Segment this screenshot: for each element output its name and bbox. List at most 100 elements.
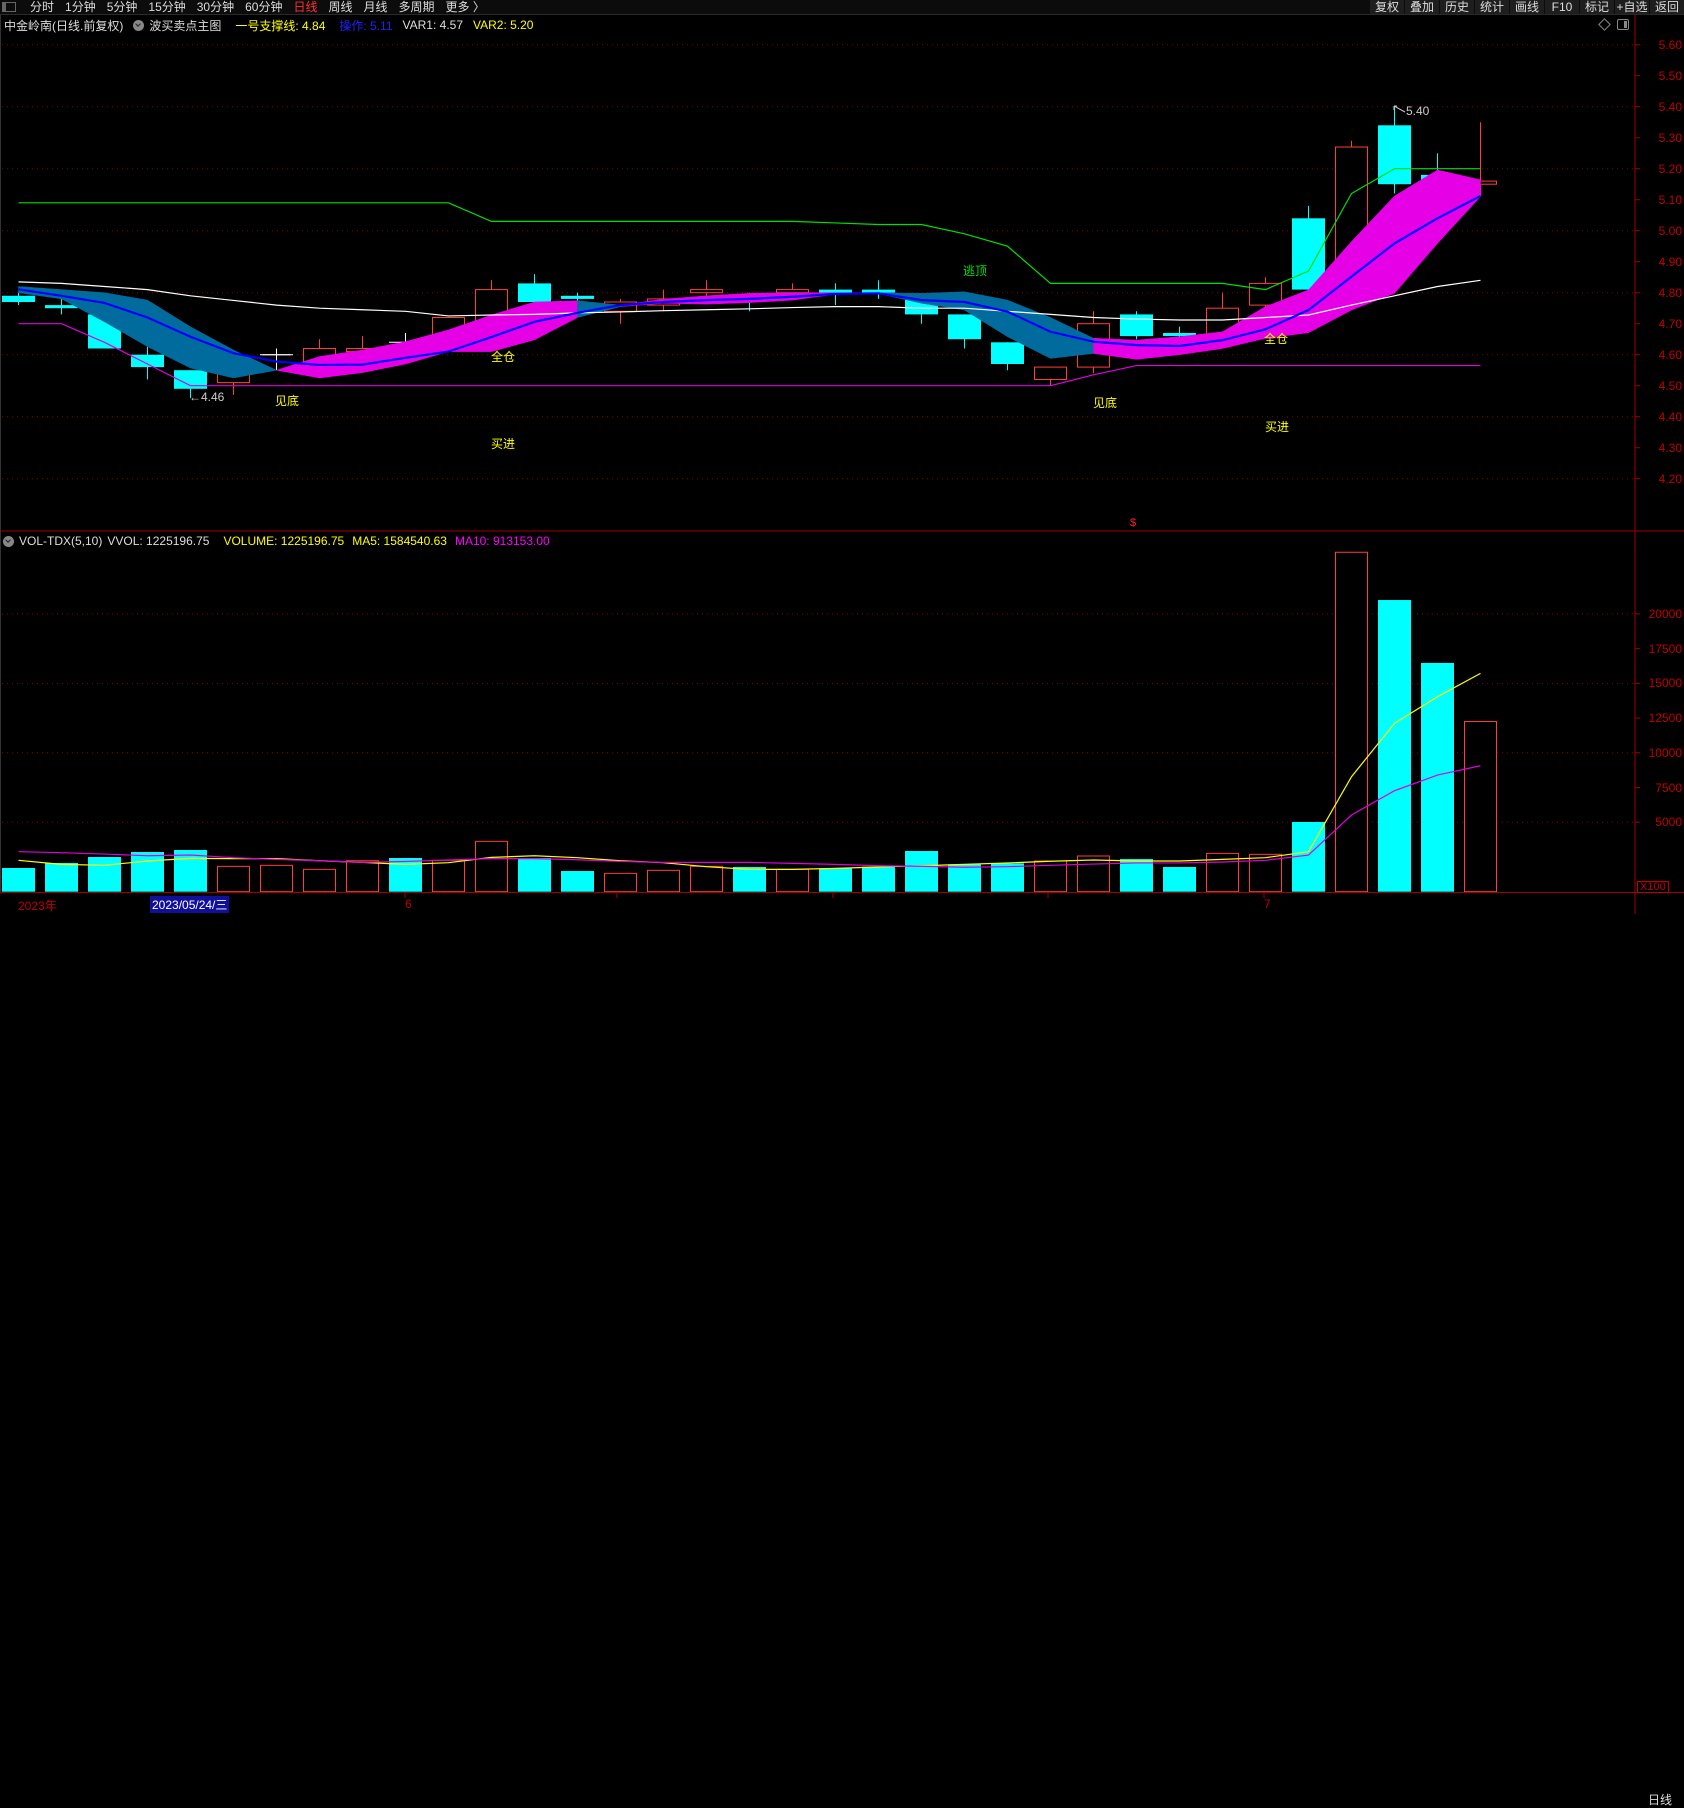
- volume-tick-label: 10000: [1648, 745, 1682, 760]
- chevron-down-icon[interactable]: [3, 535, 14, 547]
- var2-line: [18, 168, 1481, 291]
- volume-bar[interactable]: [45, 863, 78, 892]
- candle-body: [991, 342, 1024, 364]
- signal-escape-top: 逃顶: [963, 264, 988, 278]
- volume-bar[interactable]: [1464, 721, 1497, 893]
- trend-band-segment: [276, 356, 320, 379]
- price-tick-label: 4.70: [1658, 316, 1682, 331]
- main-indicator-header: 中金岭南(日线.前复权) 波买卖点主图 一号支撑线: 4.84 操作: 5.11…: [4, 17, 543, 33]
- volume-bar[interactable]: [303, 868, 336, 893]
- volume-tick-label: 7500: [1655, 780, 1682, 795]
- volume-bar[interactable]: [1378, 600, 1411, 892]
- candle-body: [948, 314, 981, 340]
- volume-bar[interactable]: [1077, 855, 1110, 893]
- corner-icons: [1598, 18, 1629, 31]
- var2-value: VAR2: 5.20: [473, 18, 534, 32]
- volume-ma5-line: [18, 672, 1481, 870]
- support-line-value: 一号支撑线: 4.84: [235, 18, 326, 33]
- indicator-name[interactable]: 波买卖点主图: [149, 17, 221, 34]
- trend-band-segment: [405, 329, 449, 365]
- price-tick-label: 5.30: [1658, 130, 1682, 145]
- stock-title: 中金岭南(日线.前复权): [4, 18, 124, 33]
- candle-body: [561, 295, 594, 299]
- volume-bar[interactable]: [389, 858, 422, 892]
- volume-tick-label: 17500: [1648, 641, 1682, 656]
- price-tick-label: 4.20: [1658, 471, 1682, 486]
- volume-indicator-header: VOL-TDX(5,10) VVOL: 1225196.75 VOLUME: 1…: [3, 533, 558, 549]
- high-price-label: 5.40: [1406, 104, 1430, 118]
- volume-bar[interactable]: [2, 868, 35, 892]
- signal-bottom: 见底: [1093, 396, 1118, 410]
- volume-bar[interactable]: [88, 857, 121, 892]
- candle-body: [1249, 282, 1282, 306]
- signal-full-position: 全仓: [1264, 332, 1289, 346]
- candle-body: [690, 289, 723, 294]
- diamond-icon[interactable]: [1598, 18, 1611, 31]
- low-price-label: ←4.46: [189, 390, 225, 404]
- ma5-value: MA5: 1584540.63: [352, 534, 447, 548]
- candle-body: [776, 289, 809, 294]
- volume-bar[interactable]: [690, 865, 723, 893]
- price-tick-label: 5.40: [1658, 99, 1682, 114]
- volume-bar[interactable]: [346, 860, 379, 893]
- panel-toggle-icon[interactable]: [1617, 19, 1629, 30]
- volume-bar[interactable]: [905, 851, 938, 892]
- candle[interactable]: [948, 314, 981, 349]
- volume-tick-label: 15000: [1648, 676, 1682, 691]
- volume-bar[interactable]: [862, 866, 895, 892]
- candle-body: [1120, 314, 1153, 337]
- price-tick-label: 5.10: [1658, 192, 1682, 207]
- volume-unit-label: X100: [1637, 881, 1669, 893]
- event-marker[interactable]: $: [1130, 517, 1136, 529]
- signal-full-position: 全仓: [491, 350, 516, 364]
- volume-bar[interactable]: [733, 867, 766, 892]
- var1-value: VAR1: 4.57: [402, 18, 463, 32]
- volume-bar[interactable]: [260, 864, 293, 893]
- volume-bar[interactable]: [819, 868, 852, 892]
- volume-bar[interactable]: [561, 871, 594, 892]
- candle-body: [2, 295, 35, 302]
- month-label-6: 6: [405, 897, 412, 911]
- volume-bar[interactable]: [776, 868, 809, 893]
- signal-buy: 买进: [491, 437, 516, 451]
- volume-bar[interactable]: [131, 852, 164, 892]
- candle-body: [45, 305, 78, 309]
- volume-bar[interactable]: [1163, 866, 1196, 892]
- volume-bar[interactable]: [604, 872, 637, 893]
- candle-body: [518, 283, 551, 302]
- price-tick-label: 4.90: [1658, 254, 1682, 269]
- chevron-down-icon[interactable]: [133, 19, 145, 31]
- volume-bars: [2, 551, 1497, 893]
- high-arrow-icon: [1393, 105, 1406, 113]
- candle[interactable]: [690, 280, 723, 296]
- volume-tick-label: 20000: [1648, 606, 1682, 621]
- selected-date: 2023/05/24/三: [150, 896, 230, 913]
- kline-chart[interactable]: [0, 0, 1684, 914]
- candle[interactable]: [991, 342, 1024, 371]
- volume-bar[interactable]: [1335, 551, 1368, 893]
- signal-buy: 买进: [1265, 420, 1290, 434]
- volume-indicator-name[interactable]: VOL-TDX(5,10): [19, 534, 102, 548]
- candle[interactable]: [518, 274, 551, 302]
- signal-bottom: 见底: [275, 394, 300, 408]
- candle[interactable]: [1378, 106, 1411, 194]
- volume-bar[interactable]: [1120, 859, 1153, 892]
- volume-bar[interactable]: [217, 865, 250, 893]
- volume-bar[interactable]: [948, 864, 981, 892]
- operate-value: 操作: 5.11: [339, 18, 393, 33]
- year-label: 2023年: [18, 899, 57, 913]
- volume-bar[interactable]: [518, 858, 551, 892]
- trend-band-segment: [1136, 336, 1180, 360]
- price-tick-label: 4.80: [1658, 285, 1682, 300]
- volume-tick-label: 12500: [1648, 711, 1682, 726]
- volume-bar[interactable]: [475, 840, 508, 893]
- volume-value: VOLUME: 1225196.75: [223, 534, 345, 548]
- price-tick-label: 4.50: [1658, 378, 1682, 393]
- trend-band-segment: [362, 341, 406, 373]
- candle-body: [1034, 366, 1067, 381]
- volume-bar[interactable]: [647, 869, 680, 893]
- volume-bar[interactable]: [991, 863, 1024, 892]
- volume-ma10-line: [18, 765, 1481, 868]
- candle[interactable]: [1120, 311, 1153, 340]
- volume-bar[interactable]: [432, 859, 465, 893]
